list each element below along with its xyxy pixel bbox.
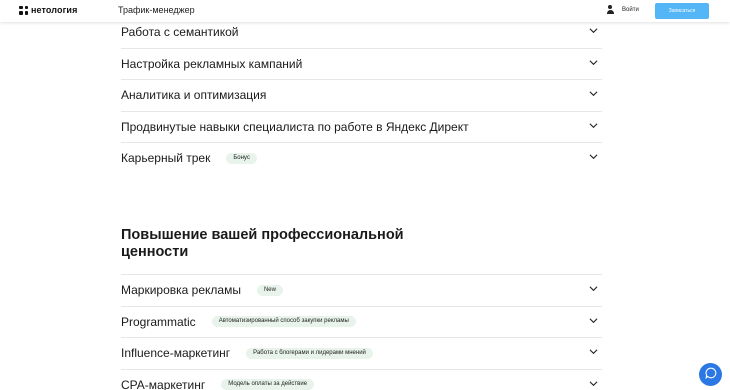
logo-mark-icon [19, 5, 28, 15]
chat-button[interactable] [699, 363, 722, 386]
module-item[interactable]: Продвинутые навыки специалиста по работе… [121, 112, 602, 143]
product-name: Трафик-менеджер [118, 5, 195, 15]
signup-button[interactable]: Записаться [655, 3, 709, 19]
module-item[interactable]: Настройка рекламных кампаний [121, 49, 602, 80]
module-badge: Работа с блогерами и лидерами мнений [246, 347, 373, 359]
modules-list: Работа с семантикой Настройка рекламных … [121, 17, 602, 174]
module-title: CPA-маркетинг [121, 377, 206, 390]
extra-module-item[interactable]: Influence-маркетинг Работа с блогерами и… [121, 338, 602, 369]
module-title: Аналитика и оптимизация [121, 88, 267, 103]
chevron-down-icon[interactable] [589, 379, 598, 388]
extra-module-item[interactable]: Programmatic Автоматизированный способ з… [121, 307, 602, 338]
extra-module-item[interactable]: CPA-маркетинг Модель оплаты за действие [121, 370, 602, 390]
site-header: нетология Трафик-менеджер Войти Записать… [0, 0, 730, 22]
module-item[interactable]: Карьерный трек Бонус [121, 143, 602, 174]
extra-module-item[interactable]: Маркировка рекламы New [121, 275, 602, 306]
chevron-down-icon[interactable] [589, 152, 598, 161]
user-icon [606, 5, 614, 14]
chevron-down-icon[interactable] [589, 347, 598, 356]
module-title: Настройка рекламных кампаний [121, 56, 303, 71]
chevron-down-icon[interactable] [589, 26, 598, 35]
login-link[interactable]: Войти [606, 5, 639, 14]
module-title: Influence-маркетинг [121, 346, 231, 361]
chat-icon [704, 366, 717, 384]
chevron-down-icon[interactable] [589, 284, 598, 293]
chevron-down-icon[interactable] [589, 89, 598, 98]
module-title: Маркировка рекламы [121, 283, 241, 298]
module-title: Карьерный трек [121, 151, 211, 166]
module-badge: Модель оплаты за действие [221, 379, 315, 390]
chevron-down-icon[interactable] [589, 316, 598, 325]
chevron-down-icon[interactable] [589, 121, 598, 130]
module-title: Работа с семантикой [121, 25, 239, 40]
module-title: Продвинутые навыки специалиста по работе… [121, 119, 469, 134]
extra-modules-list: Маркировка рекламы New Programmatic Авто… [121, 274, 602, 390]
logo[interactable]: нетология [19, 5, 77, 15]
module-badge: Бонус [226, 152, 257, 164]
section-title: Повышение вашей профессиональной ценност… [121, 227, 404, 260]
logo-text: нетология [31, 5, 78, 15]
chevron-down-icon[interactable] [589, 58, 598, 67]
login-label: Войти [622, 6, 639, 13]
module-item[interactable]: Аналитика и оптимизация [121, 80, 602, 111]
module-badge: Автоматизированный способ закупки реклам… [211, 316, 356, 328]
module-badge: New [256, 284, 283, 296]
module-title: Programmatic [121, 314, 196, 329]
